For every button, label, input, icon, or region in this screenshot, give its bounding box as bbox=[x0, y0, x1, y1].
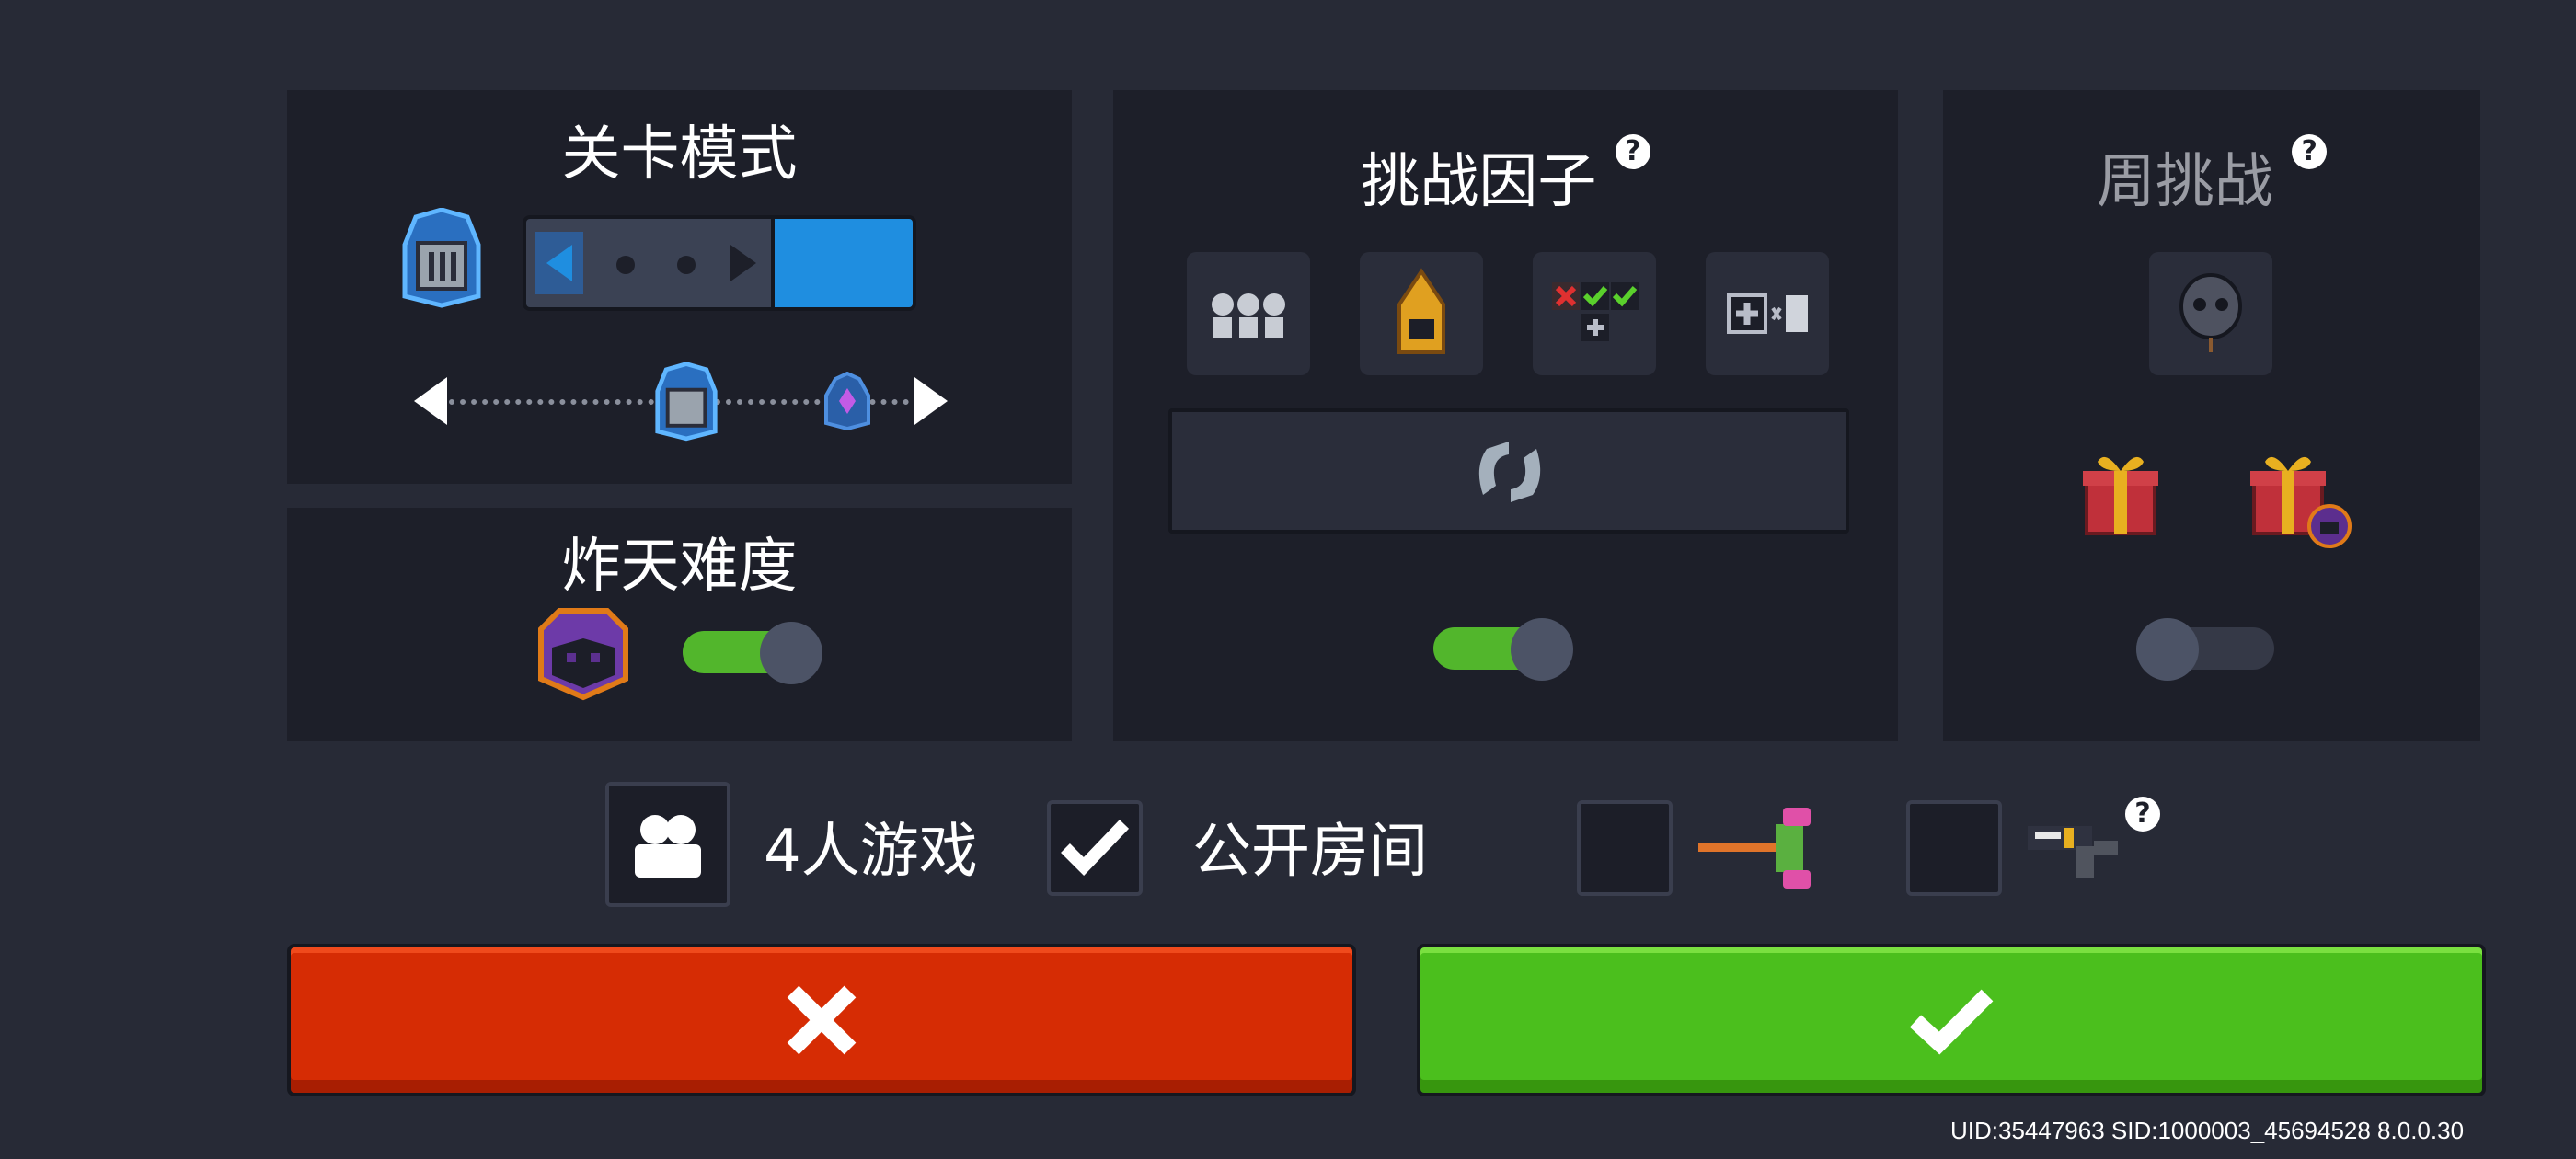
level-dot-1 bbox=[616, 256, 635, 274]
detonate-toggle[interactable] bbox=[683, 622, 826, 684]
challenge-slot-2[interactable] bbox=[1360, 252, 1483, 375]
boss-progress-icon bbox=[824, 372, 870, 430]
footer-ids: UID:35447963 SID:1000003_45694528 8.0.0.… bbox=[1950, 1117, 2465, 1144]
challenge-slot-4[interactable] bbox=[1706, 252, 1829, 375]
challenge-factors-title: 挑战因子 ? bbox=[1113, 134, 1898, 219]
question-icon[interactable]: ? bbox=[2292, 134, 2328, 169]
level-selector[interactable] bbox=[523, 215, 916, 311]
detonate-difficulty-title: 炸天难度 bbox=[561, 533, 798, 601]
check-icon bbox=[1909, 989, 1994, 1055]
knight-helmet-icon bbox=[402, 208, 481, 308]
demon-helmet-icon bbox=[538, 608, 628, 701]
plus-times-icon bbox=[1727, 293, 1808, 334]
challenge-slot-3[interactable] bbox=[1533, 252, 1656, 375]
hammer-icon bbox=[1698, 808, 1811, 889]
weekly-challenge-title-text: 周挑战 bbox=[2096, 148, 2273, 216]
cancel-button[interactable] bbox=[287, 944, 1356, 1096]
detonate-toggle-knob bbox=[760, 622, 822, 684]
public-room-label: 公开房间 bbox=[1192, 818, 1428, 886]
pistol-icon bbox=[2028, 826, 2118, 878]
refresh-icon bbox=[1478, 442, 1541, 502]
challenge-factors-title-text: 挑战因子 bbox=[1361, 148, 1597, 216]
weekly-challenge-panel: 周挑战 ? bbox=[1943, 90, 2480, 741]
players-icon bbox=[635, 815, 701, 878]
level-mode-panel: 关卡模式 bbox=[287, 90, 1072, 484]
skull-balloon-icon bbox=[2179, 273, 2242, 352]
gift-box-demon-icon bbox=[2250, 456, 2352, 548]
arrow-left-icon bbox=[546, 245, 572, 281]
challenge-factors-toggle[interactable] bbox=[1433, 618, 1577, 681]
weapon-checkbox-1[interactable] bbox=[1577, 800, 1673, 896]
weekly-challenge-toggle-knob bbox=[2136, 618, 2199, 681]
multiplayer-label: 4人游戏 bbox=[764, 818, 978, 886]
weekly-challenge-toggle[interactable] bbox=[2136, 618, 2280, 681]
question-icon[interactable]: ? bbox=[2125, 797, 2160, 832]
level-mode-title: 关卡模式 bbox=[561, 120, 798, 189]
challenge-factors-toggle-knob bbox=[1511, 618, 1573, 681]
knight-progress-icon bbox=[655, 362, 718, 442]
arrow-right-icon[interactable] bbox=[730, 245, 756, 281]
progress-right-arrow-icon[interactable] bbox=[914, 377, 948, 425]
weekly-slot[interactable] bbox=[2149, 252, 2272, 375]
weapon-checkbox-2[interactable] bbox=[1906, 800, 2002, 896]
detonate-difficulty-panel: 炸天难度 bbox=[287, 508, 1072, 741]
question-icon[interactable]: ? bbox=[1615, 134, 1650, 169]
public-room-checkbox[interactable] bbox=[1047, 800, 1143, 896]
progress-left-arrow-icon[interactable] bbox=[414, 377, 447, 425]
challenge-factors-panel: 挑战因子 ? bbox=[1113, 90, 1898, 741]
golden-helmet-icon bbox=[1397, 268, 1445, 354]
level-selector-fill bbox=[771, 219, 913, 307]
gift-box-icon bbox=[2083, 456, 2158, 535]
confirm-button[interactable] bbox=[1417, 944, 2486, 1096]
challenge-slot-1[interactable] bbox=[1187, 252, 1310, 375]
checkmark-icon bbox=[1061, 820, 1130, 877]
refresh-button[interactable] bbox=[1168, 408, 1849, 534]
multiplayer-button[interactable] bbox=[605, 782, 730, 907]
close-icon bbox=[787, 985, 857, 1055]
check-cross-grid-icon bbox=[1552, 282, 1639, 341]
skeleton-trio-icon bbox=[1212, 293, 1285, 338]
weekly-challenge-title: 周挑战 ? bbox=[1943, 134, 2480, 219]
level-dot-2 bbox=[677, 256, 696, 274]
